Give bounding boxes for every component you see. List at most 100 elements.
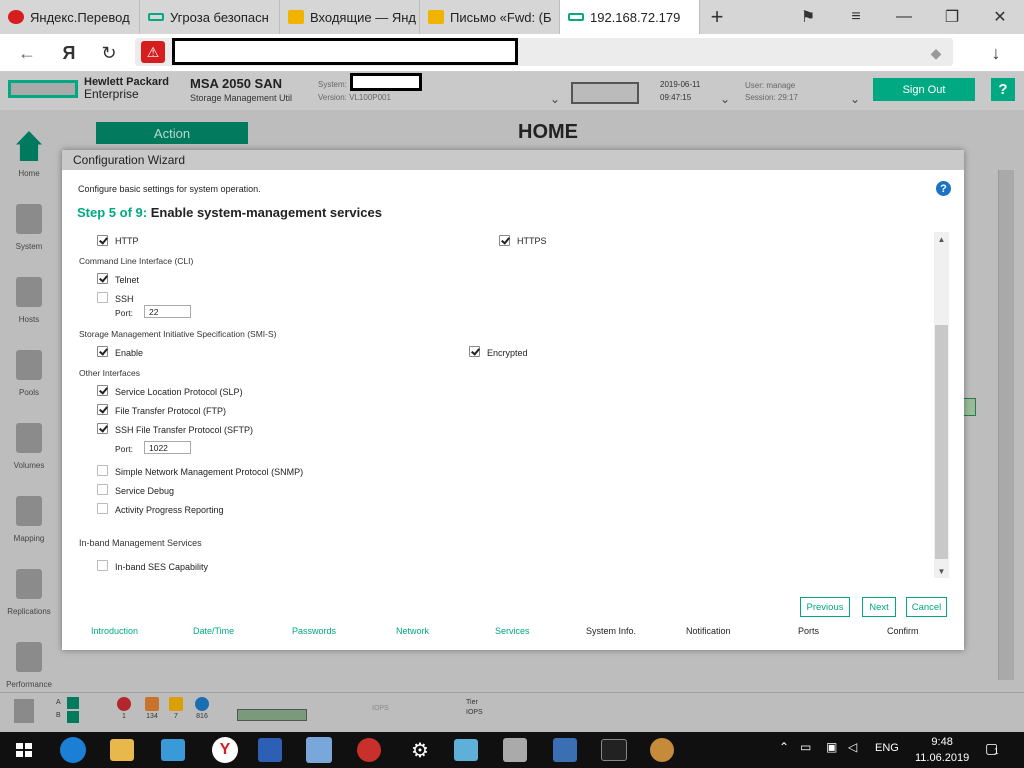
menu-icon[interactable]: ≡: [832, 0, 880, 34]
network-manager-icon[interactable]: [553, 738, 577, 762]
windows-taskbar: Y ⚙ ⌃ ▭ ▣ ◁ ENG 9:48 11.06.2019 ▢ 1: [0, 732, 1024, 768]
nav-step-network[interactable]: Network: [396, 626, 429, 636]
ftp-checkbox[interactable]: [97, 404, 108, 415]
cancel-button[interactable]: Cancel: [906, 597, 947, 617]
inband-ses-checkbox[interactable]: [97, 560, 108, 571]
server-app-icon[interactable]: [503, 738, 527, 762]
file-explorer-icon[interactable]: [110, 739, 134, 761]
error-icon: [117, 697, 131, 711]
sidebar-item-pools[interactable]: Pools: [0, 329, 58, 402]
new-tab-button[interactable]: +: [700, 0, 734, 34]
hosts-icon: [16, 277, 42, 307]
snmp-checkbox[interactable]: [97, 465, 108, 476]
sidebar-item-mapping[interactable]: Mapping: [0, 475, 58, 548]
chevron-down-icon[interactable]: ⌄: [850, 92, 860, 106]
scroll-thumb[interactable]: [935, 325, 948, 559]
internet-explorer-icon[interactable]: [60, 737, 86, 763]
save-app-icon[interactable]: [258, 738, 282, 762]
browser-tab-3[interactable]: Входящие — Янд: [280, 0, 420, 34]
paint-icon[interactable]: [650, 738, 674, 762]
sftp-checkbox[interactable]: [97, 423, 108, 434]
bookmarks-icon[interactable]: ⚑: [784, 0, 832, 34]
wizard-scrollbar[interactable]: ▲ ▼: [934, 232, 949, 578]
nav-step-passwords[interactable]: Passwords: [292, 626, 336, 636]
windows-start-icon[interactable]: [8, 735, 40, 765]
browser-tab-4[interactable]: Письмо «Fwd: (Б: [420, 0, 560, 34]
sidebar-item-system[interactable]: System: [0, 183, 58, 256]
close-icon[interactable]: ✕: [976, 0, 1024, 34]
tray-chevron-up-icon[interactable]: ⌃: [779, 740, 789, 754]
alert-critical[interactable]: 1: [114, 697, 134, 720]
scroll-up-icon[interactable]: ▲: [934, 233, 949, 245]
alert-warning[interactable]: 7: [166, 697, 186, 720]
ftp-label: File Transfer Protocol (FTP): [115, 406, 227, 416]
https-checkbox[interactable]: [499, 235, 510, 246]
previous-button[interactable]: Previous: [800, 597, 850, 617]
alert-error[interactable]: 134: [140, 697, 164, 720]
browser-tab-1[interactable]: Яндекс.Перевод: [0, 0, 140, 34]
opera-icon[interactable]: [357, 738, 381, 762]
iops-label: IOPS: [372, 705, 389, 712]
chevron-down-icon[interactable]: ⌄: [550, 92, 560, 106]
nav-step-system-info: System Info.: [586, 626, 637, 636]
dialog-intro: Configure basic settings for system oper…: [78, 184, 261, 194]
reload-icon[interactable]: ↻: [96, 40, 122, 66]
browser-tab-2[interactable]: Угроза безопасн: [140, 0, 280, 34]
next-button[interactable]: Next: [862, 597, 896, 617]
ssh-checkbox[interactable]: [97, 292, 108, 303]
tray-language[interactable]: ENG: [875, 742, 899, 754]
network-tool-icon[interactable]: [306, 737, 332, 763]
taskbar-clock[interactable]: 9:48 11.06.2019: [915, 734, 969, 766]
sidebar-item-label: Replications: [7, 607, 51, 616]
notes-app-icon[interactable]: [454, 739, 478, 761]
terminal-icon[interactable]: [601, 739, 627, 761]
smis-encrypted-checkbox[interactable]: [469, 346, 480, 357]
chevron-down-icon[interactable]: ⌄: [720, 92, 730, 106]
sidebar-item-home[interactable]: Home: [0, 110, 58, 183]
service-debug-checkbox[interactable]: [97, 484, 108, 495]
browser-tab-active[interactable]: 192.168.72.179: [560, 0, 700, 34]
alert-info[interactable]: 816: [192, 697, 212, 720]
tray-device-icon[interactable]: ▭: [800, 740, 811, 754]
scroll-down-icon[interactable]: ▼: [934, 565, 949, 577]
caution-icon: [169, 697, 183, 711]
check-icon: [67, 711, 79, 723]
help-button[interactable]: ?: [991, 78, 1015, 101]
download-icon[interactable]: ↓: [983, 40, 1009, 66]
slp-checkbox[interactable]: [97, 385, 108, 396]
settings-gear-icon[interactable]: ⚙: [405, 735, 435, 765]
back-icon[interactable]: ←: [14, 40, 40, 66]
page-title: HOME: [518, 121, 578, 143]
ssh-port-input[interactable]: 22: [144, 305, 191, 318]
status-indicator: [962, 398, 976, 416]
nav-step-services[interactable]: Services: [495, 626, 530, 636]
bookmark-icon[interactable]: ◆: [923, 40, 949, 66]
performance-icon: [16, 642, 42, 672]
nav-step-introduction[interactable]: Introduction: [91, 626, 138, 636]
smis-enable-checkbox[interactable]: [97, 346, 108, 357]
host-a-label: A: [56, 699, 61, 706]
tray-volume-icon[interactable]: ◁: [848, 740, 857, 754]
activity-progress-checkbox[interactable]: [97, 503, 108, 514]
insecure-connection-icon[interactable]: ⚠: [141, 41, 165, 63]
sign-out-button[interactable]: Sign Out: [873, 78, 975, 101]
yandex-icon[interactable]: Я: [56, 40, 82, 66]
minimize-icon[interactable]: —: [880, 0, 928, 34]
tray-network-icon[interactable]: ▣: [826, 740, 837, 754]
yandex-browser-icon[interactable]: Y: [212, 737, 238, 763]
redacted-system-name: [350, 73, 422, 91]
restore-icon[interactable]: ❐: [928, 0, 976, 34]
help-icon[interactable]: ?: [936, 181, 951, 196]
sidebar-item-performance[interactable]: Performance: [0, 621, 58, 694]
sidebar-item-replications[interactable]: Replications: [0, 548, 58, 621]
sftp-port-input[interactable]: 1022: [144, 441, 191, 454]
main-scrollbar[interactable]: [998, 170, 1014, 680]
action-button[interactable]: Action: [96, 122, 248, 144]
nav-step-date-time[interactable]: Date/Time: [193, 626, 234, 636]
sidebar-item-hosts[interactable]: Hosts: [0, 256, 58, 329]
http-checkbox[interactable]: [97, 235, 108, 246]
hpe-icon: [148, 13, 164, 21]
network-app-icon[interactable]: [161, 739, 185, 761]
telnet-checkbox[interactable]: [97, 273, 108, 284]
sidebar-item-volumes[interactable]: Volumes: [0, 402, 58, 475]
